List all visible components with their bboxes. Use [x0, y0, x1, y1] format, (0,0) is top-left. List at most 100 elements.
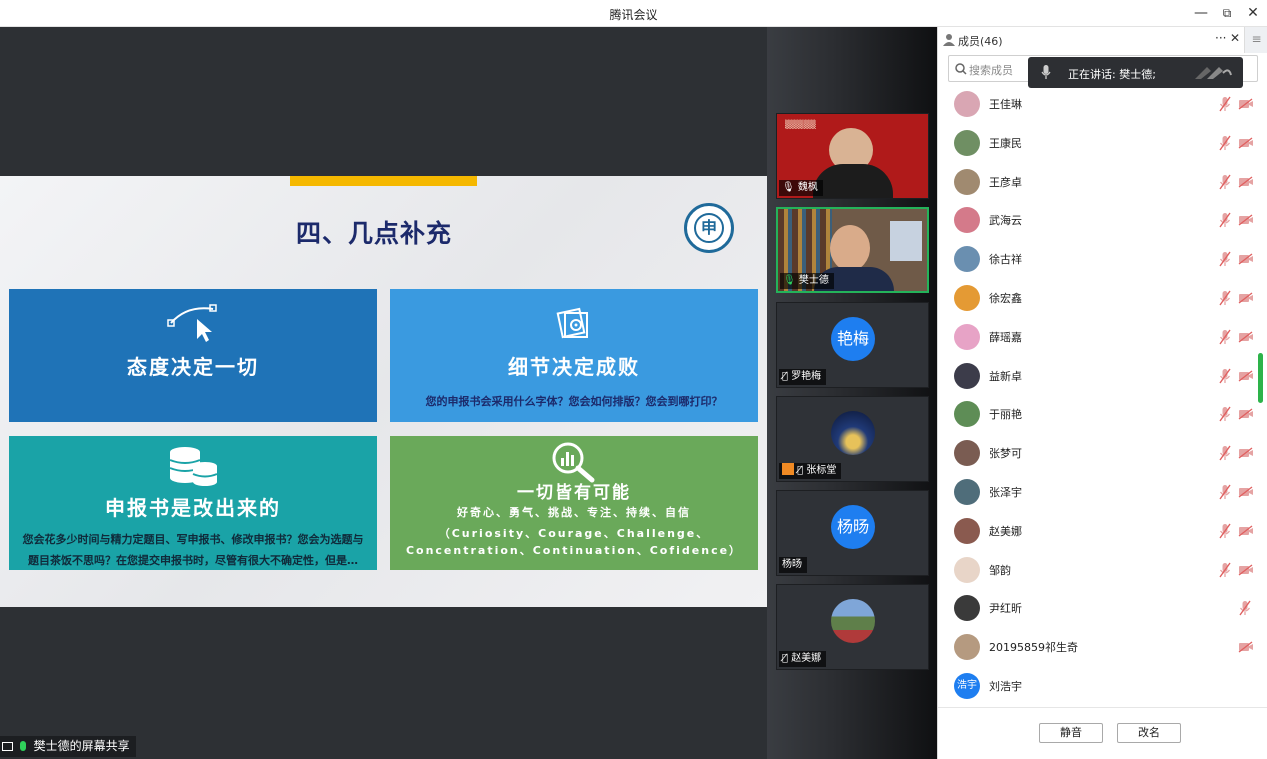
box-subtitle-line: （Curiosity、Courage、Challenge、 [438, 527, 710, 540]
member-name: 20195859祁生奇 [989, 641, 1078, 655]
camera-off-icon[interactable] [1238, 447, 1254, 459]
video-tile-name: 🎙̸ 罗艳梅 [779, 369, 827, 385]
mic-muted-icon[interactable] [1218, 290, 1232, 306]
member-row[interactable]: 武海云 [938, 201, 1256, 239]
member-name: 邹韵 [989, 563, 1011, 577]
member-name: 于丽艳 [989, 408, 1022, 422]
mic-muted-icon[interactable] [1218, 329, 1232, 345]
mic-muted-icon[interactable] [1238, 600, 1252, 616]
mic-muted-icon[interactable] [1218, 96, 1232, 112]
box-subtitle-line: 您会花多少时间与精力定题目、写申报书、修改申报书？您会为选题与 [22, 533, 364, 546]
camera-off-icon[interactable] [1238, 525, 1254, 537]
member-row[interactable]: 徐古祥 [938, 240, 1256, 278]
member-row[interactable]: 益新卓 [938, 357, 1256, 395]
mic-muted-icon[interactable] [1218, 135, 1232, 151]
member-row[interactable]: 于丽艳 [938, 395, 1256, 433]
mute-all-button[interactable]: 静音 [1039, 723, 1103, 743]
window-background [890, 221, 922, 261]
search-icon [955, 63, 967, 75]
camera-off-icon[interactable] [1238, 98, 1254, 110]
mic-muted-icon[interactable] [1218, 445, 1232, 461]
member-name: 张梦可 [989, 447, 1022, 461]
box-subtitle-line: Concentration、Continuation、Cofidence） [405, 544, 743, 557]
member-name: 徐古祥 [989, 253, 1022, 267]
camera-off-icon[interactable] [1238, 214, 1254, 226]
member-row[interactable]: 张梦可 [938, 434, 1256, 472]
member-name: 徐宏鑫 [989, 292, 1022, 305]
member-avatar [954, 285, 980, 311]
member-row[interactable]: 薛瑶嘉 [938, 318, 1256, 356]
camera-off-icon[interactable] [1238, 292, 1254, 304]
camera-off-icon[interactable] [1238, 370, 1254, 382]
video-tile[interactable]: 🎙̸ 赵美娜 [776, 584, 929, 670]
mic-muted-icon[interactable] [1218, 174, 1232, 190]
member-row[interactable]: 徐宏鑫 [938, 279, 1256, 317]
video-tile[interactable]: 🎙̸ 张标堂 [776, 396, 929, 482]
camera-off-icon[interactable] [1238, 137, 1254, 149]
member-row[interactable]: 张泽宇 [938, 473, 1256, 511]
member-name: 张泽宇 [989, 486, 1022, 499]
member-row[interactable]: 20195859祁生奇 [938, 628, 1256, 666]
mic-muted-icon[interactable] [1218, 523, 1232, 539]
member-name: 王佳琳 [989, 98, 1022, 111]
mic-icon [1041, 65, 1051, 79]
mic-muted-icon[interactable] [1218, 212, 1232, 228]
user-icon [943, 34, 955, 46]
menu-icon[interactable]: ≡ [1244, 27, 1267, 53]
camera-off-icon[interactable] [1238, 641, 1254, 653]
member-avatar [954, 168, 980, 195]
mic-muted-icon[interactable] [1218, 562, 1232, 578]
member-row[interactable]: 浩宇 刘浩宇 [938, 667, 1256, 705]
member-row[interactable]: 赵美娜 [938, 512, 1256, 550]
camera-off-icon[interactable] [1238, 331, 1254, 343]
slide-title: 四、几点补充 [296, 219, 453, 248]
more-options-button[interactable]: ··· [1215, 31, 1226, 45]
camera-off-icon[interactable] [1238, 486, 1254, 498]
window-titlebar: 腾讯会议 — ⧉ ✕ [0, 0, 1267, 27]
rename-button[interactable]: 改名 [1117, 723, 1181, 743]
mic-muted-icon[interactable] [1218, 251, 1232, 267]
member-row[interactable]: 王佳琳 [938, 85, 1256, 123]
mic-muted-icon[interactable] [1218, 368, 1232, 384]
box-subtitle-line: 题目茶饭不思吗？在您提交申报书时，尽管有很大不确定性，但是… [28, 554, 358, 567]
camera-off-icon[interactable] [1238, 408, 1254, 420]
member-list-scrollbar[interactable] [1258, 353, 1263, 403]
video-tile-active[interactable]: 🎙 樊士德 [776, 207, 929, 293]
box-title: 一切皆有可能 [517, 483, 631, 503]
slide-box-revision: 申报书是改出来的 您会花多少时间与精力定题目、写申报书、修改申报书？您会为选题与… [9, 436, 377, 570]
mic-muted-icon[interactable] [1218, 406, 1232, 422]
screen-share-label: 樊士德的屏幕共享 [0, 736, 136, 757]
video-tile[interactable]: 杨旸 杨旸 [776, 490, 929, 576]
slide-accent-bar [290, 176, 477, 186]
box-title: 细节决定成败 [508, 355, 640, 379]
video-tile[interactable]: ▒▒▒▒▒ 🎙 魏枫 [776, 113, 929, 199]
camera-off-icon[interactable] [1238, 564, 1254, 576]
member-name: 王彦卓 [989, 175, 1022, 189]
slide-box-attitude: 态度决定一切 [9, 289, 377, 422]
mic-muted-icon[interactable] [1218, 484, 1232, 500]
minimize-button[interactable]: — [1190, 3, 1212, 23]
video-tile-name: 🎙 樊士德 [780, 273, 834, 289]
window-title: 腾讯会议 [609, 8, 658, 22]
restore-button[interactable]: ⧉ [1216, 3, 1238, 23]
member-row[interactable]: 王彦卓 [938, 163, 1256, 201]
participant-avatar: 艳梅 [831, 317, 875, 361]
member-avatar [954, 246, 980, 273]
panel-close-button[interactable]: ✕ [1230, 31, 1240, 45]
university-seal-icon: 申 [684, 203, 734, 253]
member-name: 薛瑶嘉 [989, 330, 1022, 344]
camera-off-icon[interactable] [1238, 176, 1254, 188]
member-row[interactable]: 尹红昕 [938, 589, 1256, 627]
member-row[interactable]: 邹韵 [938, 551, 1256, 589]
screen-share-area: 四、几点补充 申 态度决定一切 细节决定成败 您的申报书会采用什么字体？您会如何… [0, 27, 767, 759]
member-avatar [954, 634, 980, 661]
participant-avatar [831, 411, 875, 455]
video-tile[interactable]: 艳梅 🎙̸ 罗艳梅 [776, 302, 929, 388]
close-button[interactable]: ✕ [1242, 3, 1264, 23]
member-avatar [954, 401, 980, 428]
speaking-indicator: 正在讲话: 樊士德; [1028, 57, 1243, 88]
camera-off-icon[interactable] [1238, 253, 1254, 265]
cursor-path-icon [167, 304, 217, 342]
member-row[interactable]: 王康民 [938, 124, 1256, 162]
member-name: 益新卓 [989, 369, 1022, 383]
